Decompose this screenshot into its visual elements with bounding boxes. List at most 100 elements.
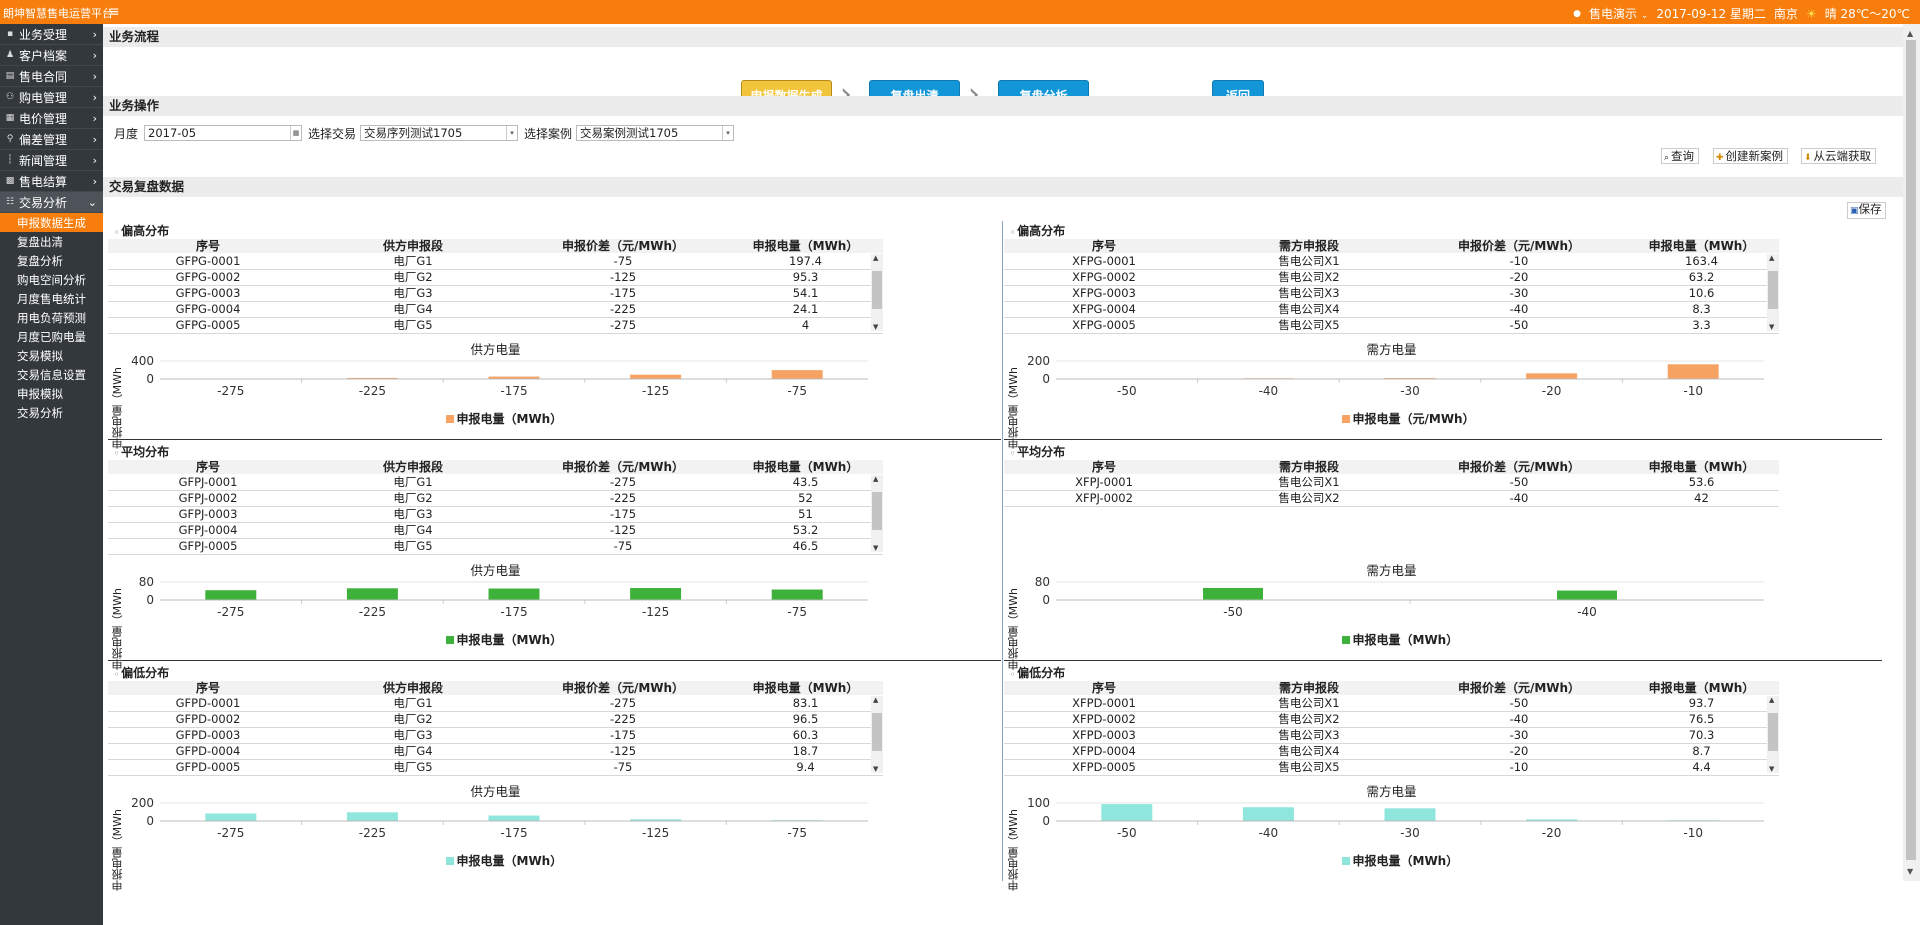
chart-bar[interactable] <box>488 588 540 600</box>
sidebar-item-news[interactable]: ┆ 新闻管理 › <box>0 150 103 171</box>
chart-legend[interactable]: 申报电量（MWh） <box>1341 852 1458 869</box>
table-row[interactable]: GFPG-0004 电厂G4 -225 24.1 <box>108 302 883 318</box>
table-row[interactable]: GFPD-0003 电厂G3 -175 60.3 <box>108 728 883 744</box>
table-row[interactable]: GFPG-0002 电厂G2 -125 95.3 <box>108 270 883 286</box>
chart-legend[interactable]: 申报电量（MWh） <box>445 631 562 648</box>
table-row[interactable]: GFPG-0005 电厂G5 -275 4 <box>108 318 883 334</box>
sidebar-subitem[interactable]: 月度售电统计 <box>0 289 103 308</box>
chart-bar[interactable] <box>1384 808 1436 821</box>
sidebar-item-deviation[interactable]: ⚲ 偏差管理 › <box>0 129 103 150</box>
scroll-down-icon[interactable]: ▼ <box>873 544 878 552</box>
chart-legend[interactable]: 申报电量（MWh） <box>445 410 562 427</box>
scroll-up-icon[interactable]: ▲ <box>873 696 878 704</box>
chart-bar[interactable] <box>1242 807 1294 821</box>
cloud-fetch-button[interactable]: ⬇ 从云端获取 <box>1801 148 1877 164</box>
menu-toggle-icon[interactable]: ≡ <box>108 4 120 20</box>
sidebar-item-purchase[interactable]: ⚇ 购电管理 › <box>0 87 103 108</box>
scroll-up-icon[interactable]: ▲ <box>1769 254 1774 262</box>
case-select[interactable]: 交易案例测试1705 ▾ <box>576 125 735 141</box>
table-row[interactable]: XFPD-0001 售电公司X1 -50 93.7 <box>1004 696 1779 712</box>
scroll-thumb[interactable] <box>872 713 882 751</box>
scroll-up-icon[interactable]: ▲ <box>873 475 878 483</box>
sidebar-subitem[interactable]: 复盘分析 <box>0 251 103 270</box>
chart-bar[interactable] <box>630 374 682 379</box>
sidebar-subitem[interactable]: 申报数据生成 <box>0 213 103 232</box>
chart-bar[interactable] <box>630 588 682 600</box>
chart-legend[interactable]: 申报电量（MWh） <box>1341 631 1458 648</box>
scroll-down-icon[interactable]: ▼ <box>873 323 878 331</box>
scroll-thumb[interactable] <box>1768 713 1778 751</box>
sidebar-item-price[interactable]: ▦ 电价管理 › <box>0 108 103 129</box>
sidebar-item-contract[interactable]: ▤ 售电合同 › <box>0 66 103 87</box>
chart-bar[interactable] <box>1557 590 1617 600</box>
table-scrollbar[interactable]: ▲ ▼ <box>1767 254 1779 331</box>
scroll-down-icon[interactable]: ▼ <box>873 765 878 773</box>
scroll-down-icon[interactable]: ▼ <box>1769 323 1774 331</box>
sidebar-subitem[interactable]: 复盘出清 <box>0 232 103 251</box>
chart-bar[interactable] <box>1203 587 1263 600</box>
scroll-thumb[interactable] <box>1768 271 1778 309</box>
table-row[interactable]: XFPG-0002 售电公司X2 -20 63.2 <box>1004 270 1779 286</box>
chart-bar[interactable] <box>1101 804 1153 821</box>
chart-bar[interactable] <box>1526 373 1578 379</box>
table-row[interactable]: GFPD-0005 电厂G5 -75 9.4 <box>108 760 883 776</box>
scroll-up-icon[interactable]: ▲ <box>1769 696 1774 704</box>
table-row[interactable]: GFPD-0004 电厂G4 -125 18.7 <box>108 744 883 760</box>
chart-bar[interactable] <box>771 370 823 379</box>
chart-bar[interactable] <box>205 590 257 600</box>
table-row[interactable]: XFPG-0003 售电公司X3 -30 10.6 <box>1004 286 1779 302</box>
sidebar-item-user[interactable]: ♟ 客户档案 › <box>0 45 103 66</box>
table-row[interactable]: XFPD-0005 售电公司X5 -10 4.4 <box>1004 760 1779 776</box>
table-row[interactable]: XFPD-0004 售电公司X4 -20 8.7 <box>1004 744 1779 760</box>
table-row[interactable]: GFPG-0001 电厂G1 -75 197.4 <box>108 254 883 270</box>
table-scrollbar[interactable]: ▲ ▼ <box>871 696 883 773</box>
table-scrollbar[interactable]: ▲ ▼ <box>1767 696 1779 773</box>
sidebar-item-document[interactable]: ▪ 业务受理 › <box>0 24 103 45</box>
sidebar-subitem[interactable]: 交易分析 <box>0 403 103 422</box>
sidebar-subitem[interactable]: 交易模拟 <box>0 346 103 365</box>
user-menu[interactable]: 售电演示 ⌄ <box>1589 5 1648 22</box>
table-row[interactable]: GFPD-0001 电厂G1 -275 83.1 <box>108 696 883 712</box>
save-button[interactable]: ▣保存 <box>1847 202 1886 219</box>
table-row[interactable]: GFPG-0003 电厂G3 -175 54.1 <box>108 286 883 302</box>
chart-bar[interactable] <box>346 588 398 600</box>
chart-bar[interactable] <box>1667 364 1719 379</box>
scroll-thumb[interactable] <box>872 271 882 309</box>
table-row[interactable]: GFPD-0002 电厂G2 -225 96.5 <box>108 712 883 728</box>
chart-bar[interactable] <box>488 815 540 821</box>
sidebar-subitem[interactable]: 交易信息设置 <box>0 365 103 384</box>
chart-bar[interactable] <box>205 813 257 821</box>
month-field[interactable]: 2017-05 ▦ <box>144 125 303 141</box>
sidebar-subitem[interactable]: 申报模拟 <box>0 384 103 403</box>
sidebar-item-analysis[interactable]: ☷ 交易分析 ⌄ <box>0 192 103 213</box>
table-row[interactable]: GFPJ-0004 电厂G4 -125 53.2 <box>108 523 883 539</box>
table-scrollbar[interactable]: ▲ ▼ <box>871 475 883 552</box>
chart-legend[interactable]: 申报电量（MWh） <box>445 852 562 869</box>
sidebar-subitem[interactable]: 用电负荷预测 <box>0 308 103 327</box>
chart-bar[interactable] <box>346 812 398 821</box>
table-row[interactable]: XFPG-0005 售电公司X5 -50 3.3 <box>1004 318 1779 334</box>
table-row[interactable]: GFPJ-0005 电厂G5 -75 46.5 <box>108 539 883 555</box>
table-scrollbar[interactable]: ▲ ▼ <box>871 254 883 331</box>
table-row[interactable]: XFPG-0004 售电公司X4 -40 8.3 <box>1004 302 1779 318</box>
table-row[interactable]: XFPJ-0001 售电公司X1 -50 53.6 <box>1004 475 1779 491</box>
table-row[interactable]: XFPD-0002 售电公司X2 -40 76.5 <box>1004 712 1779 728</box>
sidebar-item-settlement[interactable]: ▩ 售电结算 › <box>0 171 103 192</box>
scroll-up-icon[interactable]: ▲ <box>873 254 878 262</box>
trade-select[interactable]: 交易序列测试1705 ▾ <box>360 125 519 141</box>
table-row[interactable]: GFPJ-0003 电厂G3 -175 51 <box>108 507 883 523</box>
sidebar-subitem[interactable]: 购电空间分析 <box>0 270 103 289</box>
page-scrollbar[interactable]: ▲ ▼ <box>1903 24 1920 881</box>
query-button[interactable]: ⌕ 查询 <box>1661 148 1700 164</box>
chart-bar[interactable] <box>771 589 823 600</box>
sidebar-subitem[interactable]: 月度已购电量 <box>0 327 103 346</box>
create-case-button[interactable]: ✚ 创建新案例 <box>1713 148 1789 164</box>
table-row[interactable]: XFPD-0003 售电公司X3 -30 70.3 <box>1004 728 1779 744</box>
scroll-down-icon[interactable]: ▼ <box>1769 765 1774 773</box>
chart-legend[interactable]: 申报电量（元/MWh） <box>1341 410 1475 427</box>
scroll-thumb[interactable] <box>872 492 882 530</box>
table-row[interactable]: GFPJ-0002 电厂G2 -225 52 <box>108 491 883 507</box>
table-row[interactable]: XFPG-0001 售电公司X1 -10 163.4 <box>1004 254 1779 270</box>
table-row[interactable]: XFPJ-0002 售电公司X2 -40 42 <box>1004 491 1779 507</box>
table-row[interactable]: GFPJ-0001 电厂G1 -275 43.5 <box>108 475 883 491</box>
